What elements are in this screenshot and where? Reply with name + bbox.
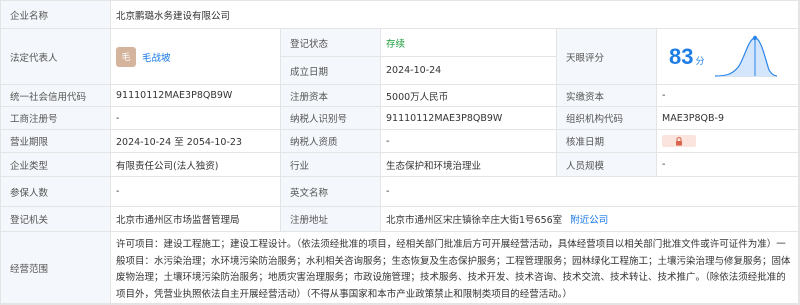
reg-status-label: 登记状态: [281, 29, 381, 57]
founded-label-text: 成立日期: [290, 66, 329, 78]
credit-code-label-text: 统一社会信用代码: [10, 91, 87, 103]
industry-value: 生态保护和环境治理业: [381, 153, 557, 177]
address-label: 注册地址: [281, 207, 381, 232]
address-label-text: 注册地址: [290, 215, 329, 226]
credit-code-text: 91110112MAE3P8QB9W: [116, 90, 233, 101]
org-code-text: MAE3P8QB-9: [662, 112, 724, 124]
paid-capital-label: 实缴资本: [557, 85, 657, 107]
paid-capital-value: -: [657, 85, 799, 107]
taxpayer-id-value: 91110112MAE3P8QB9W: [381, 107, 557, 130]
company-name-value: 北京鹏璐水务建设有限公司: [111, 1, 799, 29]
rating-label-text: 天眼评分: [566, 52, 605, 64]
english-name-label-text: 英文名称: [290, 187, 329, 199]
english-name-label: 英文名称: [281, 177, 381, 207]
taxpayer-id-label: 纳税人识别号: [281, 107, 381, 130]
paid-capital-label-text: 实缴资本: [566, 91, 605, 103]
industry-label-text: 行业: [290, 160, 310, 172]
english-name-text: -: [386, 186, 390, 197]
insured-label-text: 参保人数: [10, 187, 49, 199]
founded-text: 2024-10-24: [386, 65, 442, 76]
authority-label: 登记机关: [1, 207, 111, 232]
staff-size-label: 人员规模: [557, 153, 657, 177]
company-type-label: 企业类型: [1, 153, 111, 177]
avatar[interactable]: 毛: [116, 46, 136, 67]
insured-label: 参保人数: [1, 177, 111, 207]
founded-label: 成立日期: [281, 57, 381, 85]
taxpayer-qual-label-text: 纳税人资质: [290, 137, 338, 148]
authority-text: 北京市通州区市场监督管理局: [116, 215, 240, 226]
legal-rep-label: 法定代表人: [1, 29, 111, 85]
scope-label-text: 经营范围: [10, 263, 49, 275]
company-type-label-text: 企业类型: [10, 160, 49, 172]
legal-rep-link[interactable]: 毛战坡: [142, 50, 171, 64]
industry-label: 行业: [281, 153, 381, 177]
credit-code-value: 91110112MAE3P8QB9W: [111, 85, 281, 107]
vip-lock-button[interactable]: [662, 135, 696, 147]
staff-size-text: -: [662, 159, 666, 170]
taxpayer-qual-label: 纳税人资质: [281, 130, 381, 153]
org-code-label-text: 组织机构代码: [566, 114, 624, 125]
company-name-label-text: 企业名称: [10, 10, 49, 22]
approval-date-value[interactable]: [657, 130, 799, 153]
biz-term-text: 2024-10-24 至 2054-10-23: [116, 137, 242, 148]
rating-score: 83: [669, 43, 694, 69]
authority-value: 北京市通州区市场监督管理局: [111, 207, 281, 232]
rating-unit: 分: [695, 57, 705, 67]
company-name-text: 北京鹏璐水务建设有限公司: [116, 10, 231, 22]
reg-capital-label-text: 注册资本: [290, 91, 329, 103]
biz-term-label-text: 营业期限: [10, 137, 49, 148]
rating-value[interactable]: 83 分: [657, 29, 799, 85]
address-text: 北京市通州区宋庄镇徐辛庄大街1号656室: [386, 215, 563, 226]
biz-reg-no-value: -: [111, 107, 281, 130]
taxpayer-qual-text: -: [386, 135, 390, 147]
reg-capital-text: 5000万人民币: [386, 91, 449, 103]
company-type-text: 有限责任公司(法人独资): [116, 160, 219, 172]
reg-capital-label: 注册资本: [281, 85, 381, 107]
taxpayer-qual-value: -: [381, 130, 557, 153]
org-code-label: 组织机构代码: [557, 107, 657, 130]
nearby-companies-link[interactable]: 附近公司: [570, 212, 608, 226]
taxpayer-id-label-text: 纳税人识别号: [290, 114, 348, 125]
rating-label: 天眼评分: [557, 29, 657, 85]
legal-rep-value[interactable]: 毛 毛战坡: [111, 29, 281, 85]
reg-capital-value: 5000万人民币: [381, 85, 557, 107]
approval-date-label: 核准日期: [557, 130, 657, 153]
insured-text: -: [116, 186, 120, 197]
paid-capital-text: -: [662, 90, 666, 101]
founded-value: 2024-10-24: [381, 57, 557, 85]
staff-size-value: -: [657, 153, 799, 177]
biz-term-label: 营业期限: [1, 130, 111, 153]
avatar-char: 毛: [121, 53, 131, 63]
insured-value: -: [111, 177, 281, 207]
rating-distribution-chart-icon: [714, 35, 777, 77]
lock-icon: [676, 136, 682, 146]
org-code-value: MAE3P8QB-9: [657, 107, 799, 130]
taxpayer-id-text: 91110112MAE3P8QB9W: [386, 112, 503, 124]
biz-reg-no-label: 工商注册号: [1, 107, 111, 130]
authority-label-text: 登记机关: [10, 215, 49, 226]
reg-status-value: 存续: [381, 29, 557, 57]
approval-date-label-text: 核准日期: [566, 137, 605, 148]
staff-size-label-text: 人员规模: [566, 160, 605, 172]
industry-text: 生态保护和环境治理业: [386, 160, 482, 172]
company-type-value: 有限责任公司(法人独资): [111, 153, 281, 177]
address-value: 北京市通州区宋庄镇徐辛庄大街1号656室 附近公司: [381, 207, 799, 232]
company-info-table: 企业名称 北京鹏璐水务建设有限公司 法定代表人 毛 毛战坡 登记状态 存续 成立…: [0, 0, 800, 305]
scope-text: 许可项目：建设工程施工；建设工程设计。（依法须经批准的项目，经相关部门批准后方可…: [116, 239, 791, 300]
biz-term-value: 2024-10-24 至 2054-10-23: [111, 130, 281, 153]
status-badge: 存续: [386, 38, 406, 50]
scope-value: 许可项目：建设工程施工；建设工程设计。（依法须经批准的项目，经相关部门批准后方可…: [111, 232, 799, 304]
credit-code-label: 统一社会信用代码: [1, 85, 111, 107]
legal-rep-label-text: 法定代表人: [10, 52, 58, 64]
scope-label: 经营范围: [1, 232, 111, 304]
english-name-value: -: [381, 177, 799, 207]
biz-reg-no-text: -: [116, 112, 120, 124]
company-name-label: 企业名称: [1, 1, 111, 29]
biz-reg-no-label-text: 工商注册号: [10, 114, 58, 125]
reg-status-label-text: 登记状态: [290, 38, 329, 50]
